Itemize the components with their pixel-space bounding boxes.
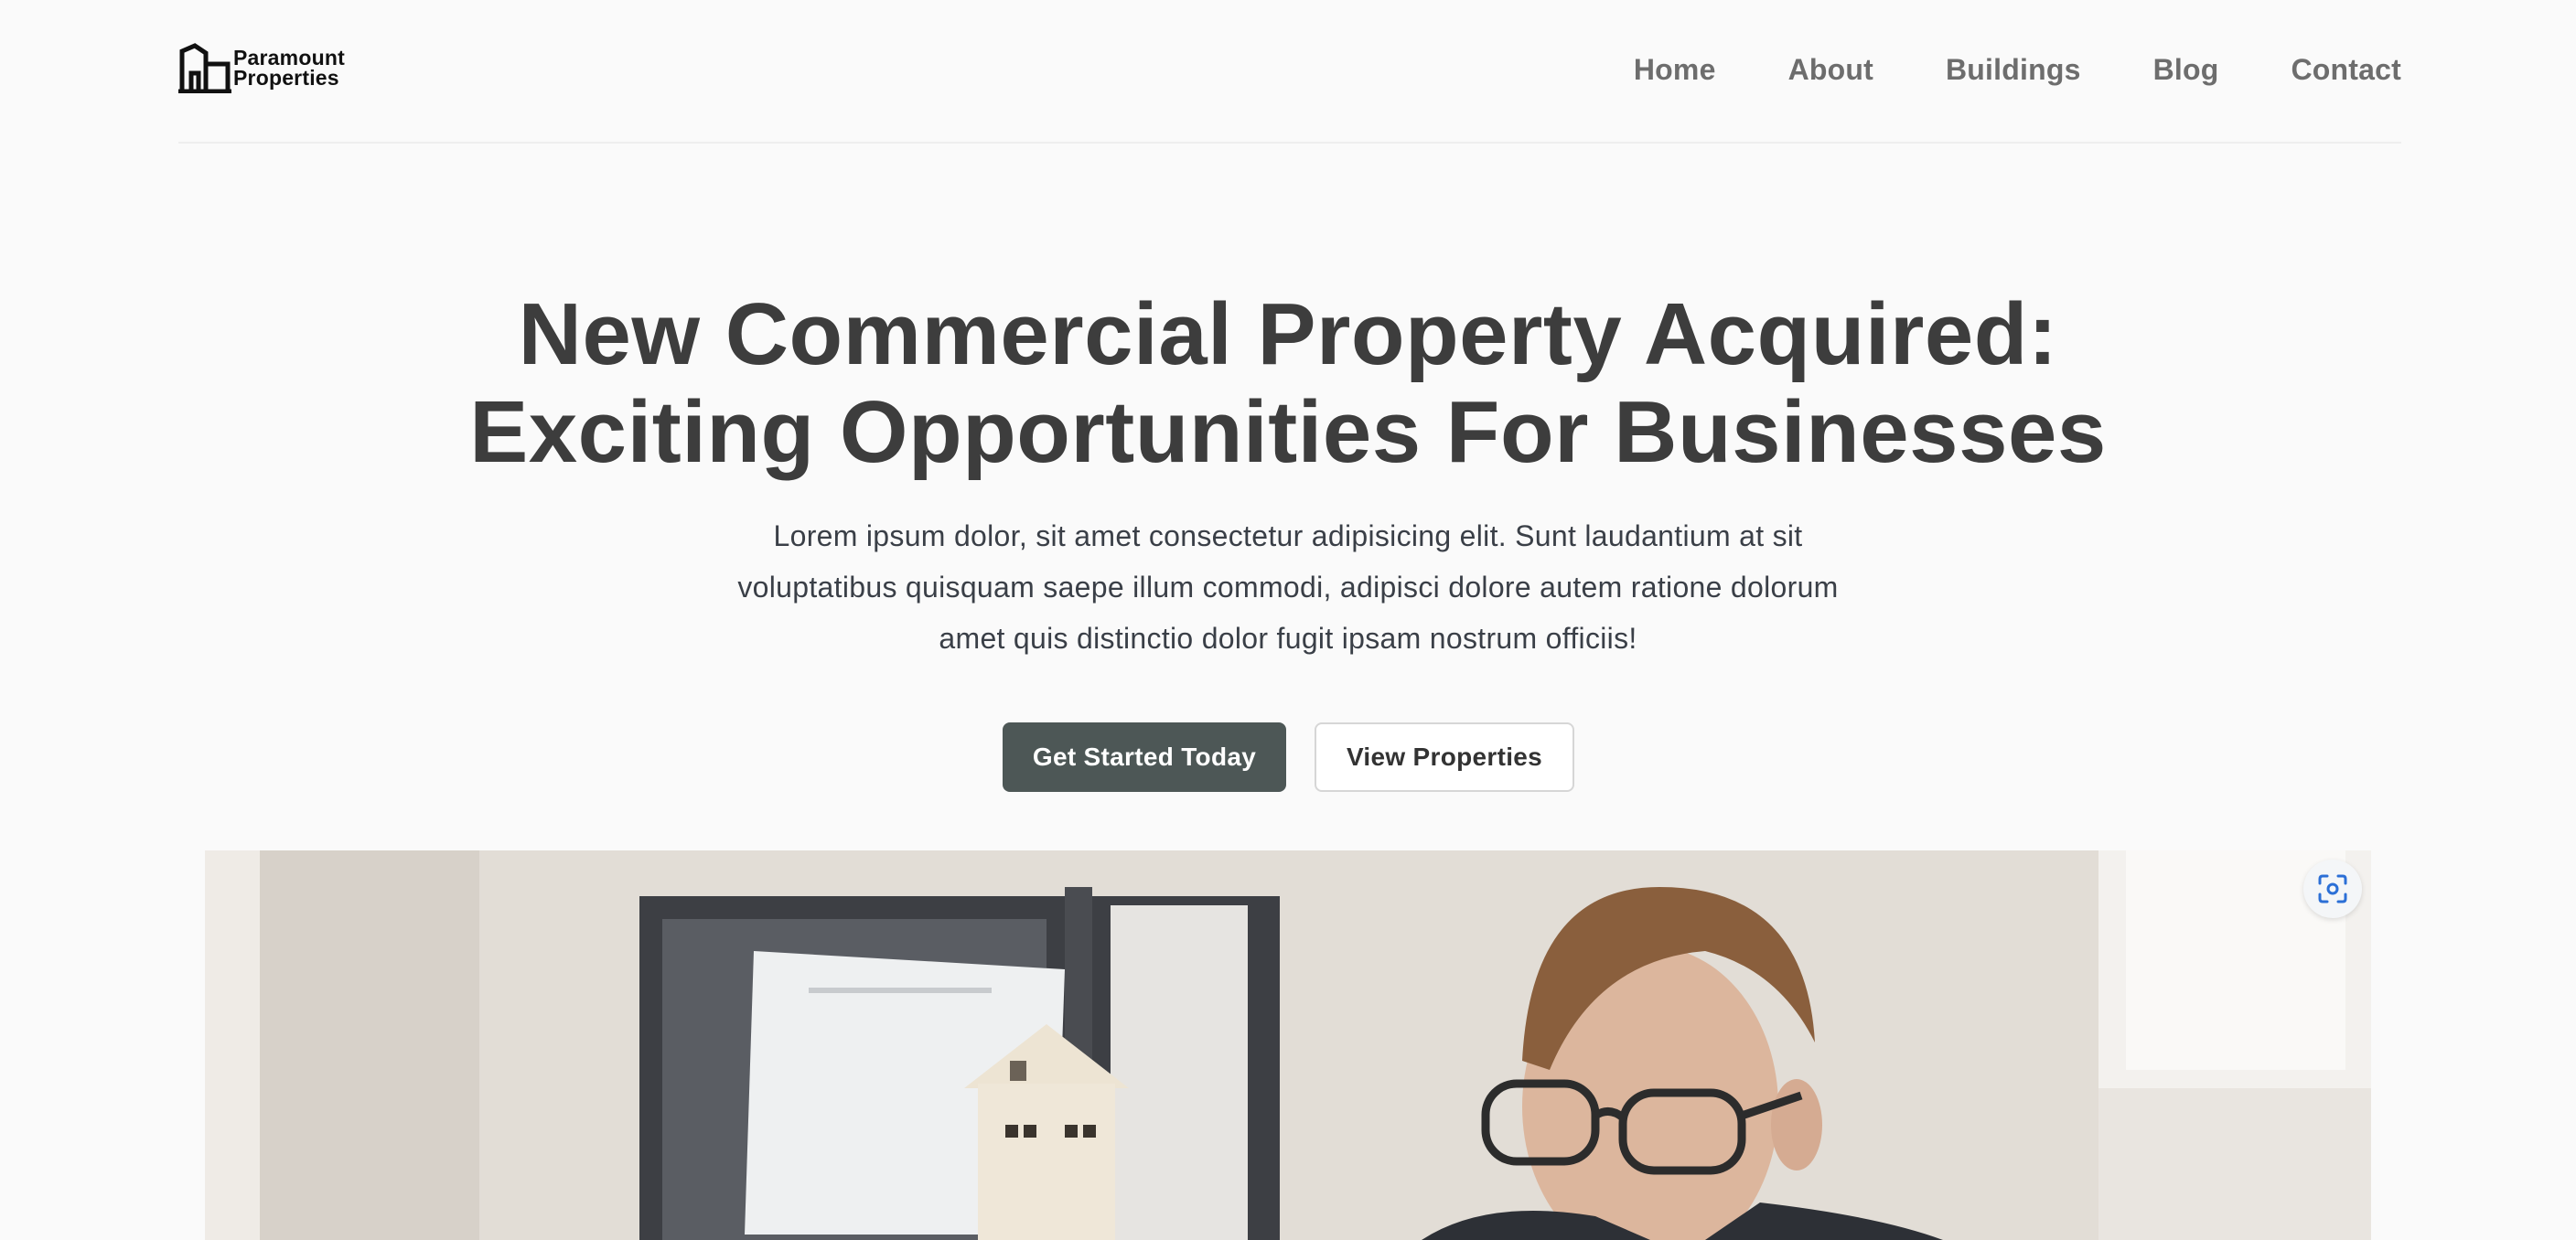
hero-title-line1: New Commercial Property Acquired: [518, 285, 2058, 383]
office-scene-illustration [205, 850, 2371, 1240]
brand-name-line2: Properties [233, 66, 339, 90]
hero-photo [205, 850, 2371, 1240]
brand-logo[interactable]: Paramount Properties [178, 42, 345, 93]
image-scan-button[interactable] [2303, 860, 2362, 918]
hero-subtitle-line1: Lorem ipsum dolor, sit amet consectetur … [773, 519, 1803, 552]
hero-subtitle-line3: amet quis distinctio dolor fugit ipsam n… [939, 622, 1637, 655]
nav-item-about[interactable]: About [1788, 53, 1873, 87]
brand-name-line1: Paramount [233, 46, 345, 69]
view-properties-button[interactable]: View Properties [1315, 722, 1574, 792]
site-header: Paramount Properties Home About Building… [178, 0, 2401, 144]
get-started-button[interactable]: Get Started Today [1003, 722, 1286, 792]
nav-item-home[interactable]: Home [1634, 53, 1716, 87]
main-nav: Home About Buildings Blog Contact [1562, 44, 2401, 95]
hero-subtitle: Lorem ipsum dolor, sit amet consectetur … [693, 510, 1883, 664]
nav-item-buildings[interactable]: Buildings [1946, 53, 2081, 87]
brand-name: Paramount Properties [233, 46, 345, 90]
hero-title-line2: Exciting Opportunities For Businesses [469, 383, 2107, 481]
hero-title: New Commercial Property Acquired: Exciti… [0, 285, 2576, 481]
scan-icon [2318, 874, 2347, 903]
hero-subtitle-line2: voluptatibus quisquam saepe illum commod… [737, 571, 1839, 604]
nav-item-contact[interactable]: Contact [2291, 53, 2401, 87]
building-logo-icon [178, 43, 231, 93]
nav-item-blog[interactable]: Blog [2153, 53, 2219, 87]
